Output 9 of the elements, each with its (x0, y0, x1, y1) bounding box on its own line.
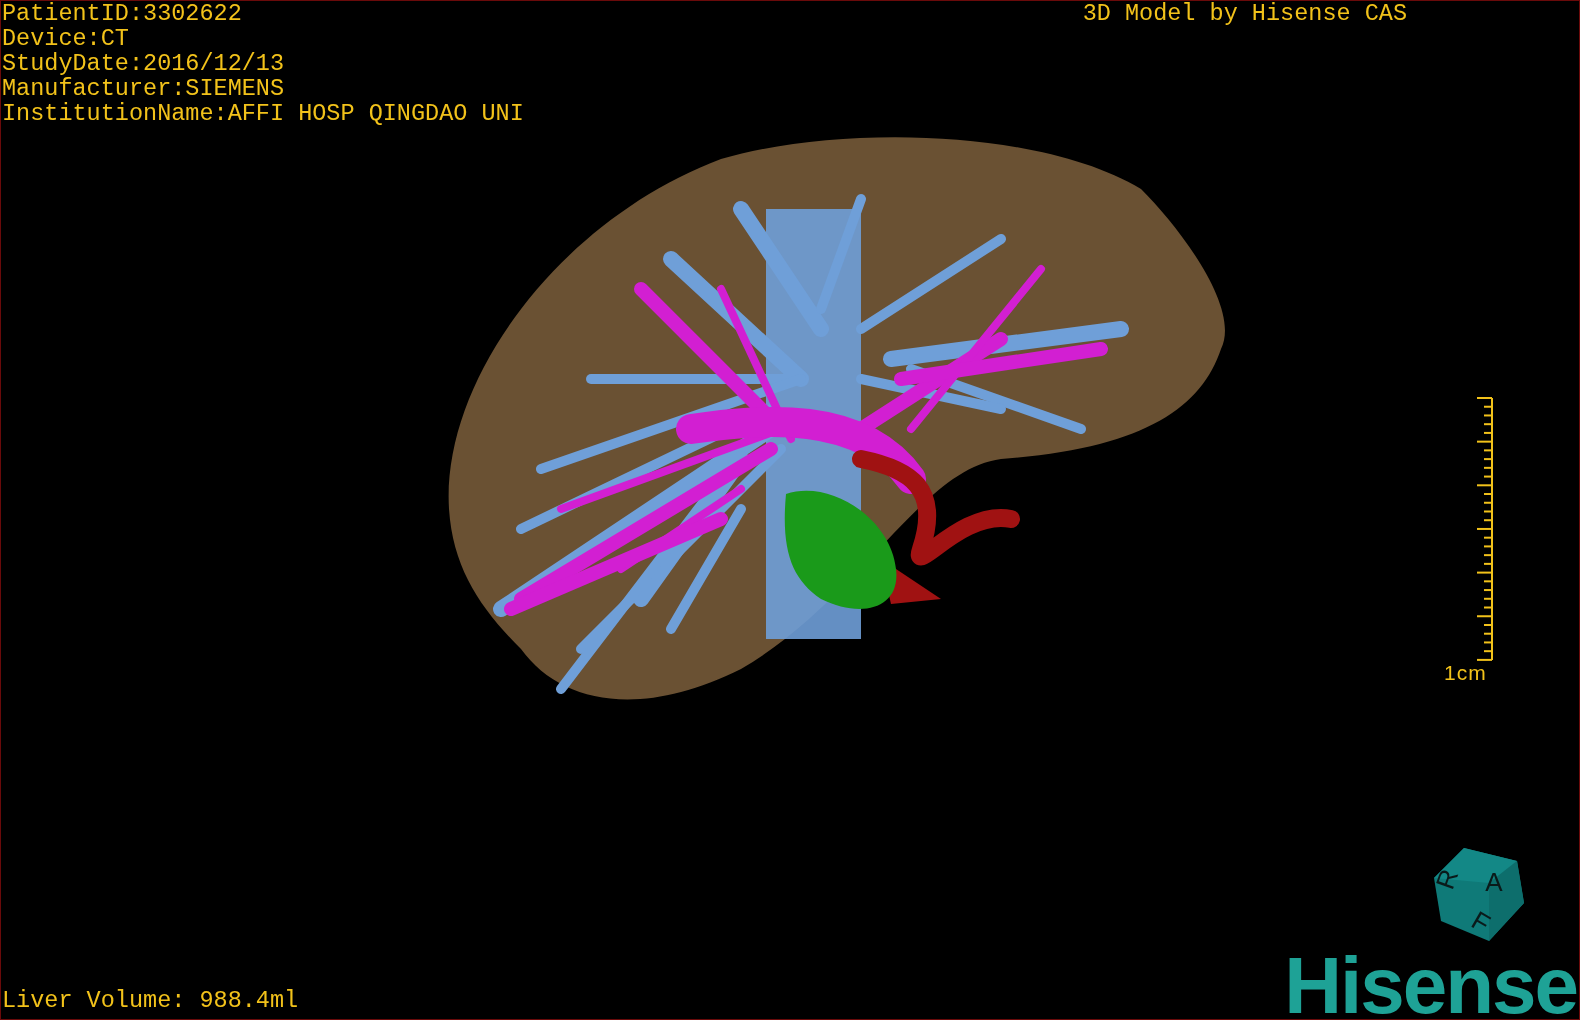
info-line: InstitutionName:AFFI HOSP QINGDAO UNI (2, 101, 524, 126)
brand-logo: Hisense (1284, 953, 1578, 1019)
info-line: Device:CT (2, 26, 130, 51)
info-line: StudyDate:2016/12/13 (2, 51, 286, 76)
volume-readout: Liver Volume: 988.4ml (1, 988, 299, 1016)
viewer-title: 3D Model by Hisense CAS (1082, 1, 1407, 26)
info-line: PatientID:3302622 (2, 1, 243, 26)
scale-label: 1cm (1444, 662, 1487, 684)
info-line: Manufacturer:SIEMENS (2, 76, 286, 101)
